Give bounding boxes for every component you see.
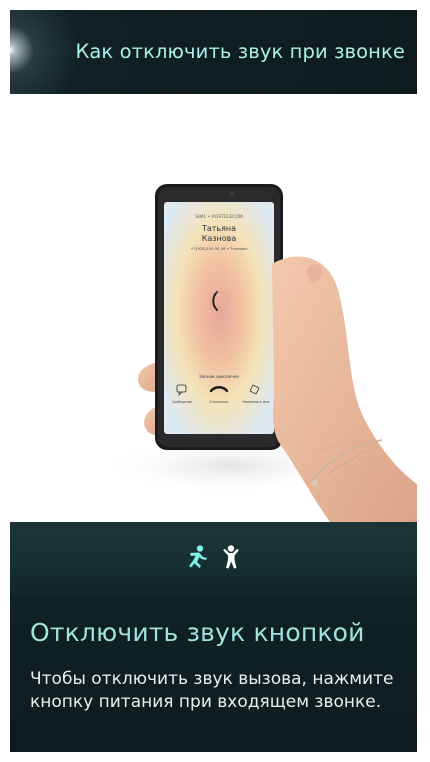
phone-caller-name-line2: Казнова (202, 234, 237, 243)
header: Как отключить звук при звонке (10, 10, 417, 94)
page-indicator-inactive-icon[interactable] (220, 544, 242, 570)
phone-caller-name-line1: Татьяна (201, 224, 236, 233)
phone-action-message: Сообщение (172, 400, 192, 404)
tip-illustration: SIM1 • ROSTELECOM Татьяна Казнова +7(928… (10, 94, 417, 522)
tip-description: Чтобы отключить звук вызова, нажмите кно… (30, 669, 394, 712)
phone-action-decline: Отклонить (210, 400, 229, 404)
phone-carrier: SIM1 • ROSTELECOM (195, 214, 243, 220)
tip-content: Отключить звук кнопкой Чтобы отключить з… (10, 594, 417, 752)
page-indicator-band (10, 522, 417, 594)
phone-caller-number: +7(928)100 00 46 • Телефон (190, 246, 248, 251)
phone-action-remind: Напомнить мне (242, 400, 269, 404)
phone-status-text: Звонок выключен (199, 374, 239, 380)
tip-title: Отключить звук кнопкой (30, 618, 365, 647)
tips-screen: Как отключить звук при звонке SIM1 • ROS… (10, 10, 417, 752)
page-title: Как отключить звук при звонке (75, 40, 405, 63)
page-indicators (10, 544, 417, 570)
hand-holding-phone-image: SIM1 • ROSTELECOM Татьяна Казнова +7(928… (100, 184, 417, 522)
page-indicator-active-icon[interactable] (186, 544, 208, 570)
